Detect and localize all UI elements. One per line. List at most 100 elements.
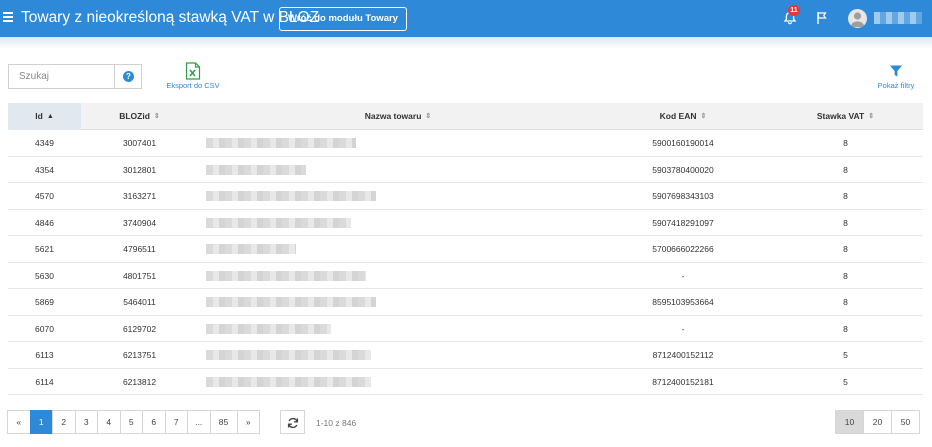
table-row[interactable]: 4354 3012801 5903780400020 8 xyxy=(8,157,923,183)
prev-page-button[interactable]: « xyxy=(7,410,31,434)
page-2-button[interactable]: 2 xyxy=(52,410,76,434)
table-row[interactable]: 6114 6213812 8712400152181 5 xyxy=(8,369,923,396)
cell-blozid: 3740904 xyxy=(122,217,157,228)
flag-icon[interactable] xyxy=(816,11,828,25)
page-1-button[interactable]: 1 xyxy=(29,410,53,434)
cell-ean: - xyxy=(681,270,685,281)
page-7-button[interactable]: 7 xyxy=(164,410,188,434)
search-input[interactable] xyxy=(8,64,114,89)
pagination-range: 1-10 z 846 xyxy=(316,418,357,428)
page-size-10-button[interactable]: 10 xyxy=(835,410,864,434)
cell-id: 5630 xyxy=(35,270,54,281)
table-row[interactable]: 6070 6129702 - 8 xyxy=(8,316,923,343)
page-size-50-button[interactable]: 50 xyxy=(891,410,920,434)
show-filters-button[interactable]: Pokaż filtry xyxy=(872,64,920,94)
cell-ean: 5907418291097 xyxy=(652,217,714,228)
cell-blozid: 5464011 xyxy=(123,297,156,307)
cell-ean: 8712400152181 xyxy=(652,376,714,387)
cell-vat: 5 xyxy=(843,350,848,360)
page-6-button[interactable]: 6 xyxy=(142,410,166,434)
column-header-ean[interactable]: Kod EAN ⇕ xyxy=(598,103,768,130)
cell-id: 5621 xyxy=(35,244,54,254)
table-row[interactable]: 5869 5464011 8595103953664 8 xyxy=(8,289,923,316)
back-to-products-button[interactable]: Wróć do modułu Towary xyxy=(279,7,407,31)
cell-id: 6070 xyxy=(35,323,54,334)
cell-vat: 8 xyxy=(843,164,848,175)
cell-product-name-redacted xyxy=(198,342,598,369)
user-name-redacted[interactable] xyxy=(874,12,922,24)
column-header-vat[interactable]: Stawka VAT ⇕ xyxy=(768,103,923,130)
redacted-text xyxy=(206,191,376,201)
cell-vat: 8 xyxy=(843,191,848,201)
export-csv-button[interactable]: Eksport do CSV xyxy=(164,62,222,94)
page-ellipsis: ... xyxy=(187,410,211,434)
redacted-text xyxy=(206,350,371,360)
cell-vat: 8 xyxy=(843,297,848,307)
cell-id: 4846 xyxy=(35,217,54,228)
table-row[interactable]: 5630 4801751 - 8 xyxy=(8,263,923,289)
products-table: Id ▲ BLOZid ⇕ Nazwa towaru ⇕ Kod EAN ⇕ Stawk… xyxy=(8,103,923,395)
column-label: Stawka VAT xyxy=(816,111,865,121)
cell-ean: - xyxy=(681,323,685,334)
page-size-20-button[interactable]: 20 xyxy=(863,410,892,434)
cell-product-name-redacted xyxy=(198,316,598,343)
cell-vat: 8 xyxy=(843,270,848,281)
column-header-name[interactable]: Nazwa towaru ⇕ xyxy=(198,103,598,130)
cell-id: 4349 xyxy=(35,138,54,148)
cell-blozid: 6213751 xyxy=(122,350,157,360)
cell-blozid: 4801751 xyxy=(122,270,157,281)
header-shadow xyxy=(0,37,932,49)
sort-icon: ⇕ xyxy=(700,113,707,120)
notification-badge: 11 xyxy=(788,5,800,16)
cell-blozid: 6213812 xyxy=(122,376,157,387)
page-3-button[interactable]: 3 xyxy=(74,410,98,434)
show-filters-label: Pokaż filtry xyxy=(877,81,915,90)
hamburger-menu-icon[interactable] xyxy=(3,12,13,22)
sort-icon: ⇕ xyxy=(153,113,160,120)
column-label: Id xyxy=(35,111,43,121)
search-help-button[interactable]: ? xyxy=(114,64,142,89)
sort-asc-icon: ▲ xyxy=(46,113,54,120)
cell-blozid: 4796511 xyxy=(123,244,156,254)
cell-blozid: 6129702 xyxy=(122,323,157,334)
refresh-icon xyxy=(287,417,299,429)
redacted-text xyxy=(206,270,366,281)
question-icon: ? xyxy=(123,71,134,82)
cell-product-name-redacted xyxy=(198,369,598,396)
top-bar: Towary z nieokreśloną stawką VAT w BLOZ … xyxy=(0,0,932,37)
redacted-text xyxy=(206,164,306,175)
next-page-button[interactable]: » xyxy=(236,410,260,434)
table-row[interactable]: 4349 3007401 5900160190014 8 xyxy=(8,130,923,157)
page-85-button[interactable]: 85 xyxy=(209,410,238,434)
table-header: Id ▲ BLOZid ⇕ Nazwa towaru ⇕ Kod EAN ⇕ Stawk… xyxy=(8,103,923,130)
column-header-id[interactable]: Id ▲ xyxy=(8,103,81,130)
cell-vat: 8 xyxy=(843,138,848,148)
redacted-text xyxy=(206,244,296,254)
column-header-blozid[interactable]: BLOZid ⇕ xyxy=(81,103,198,130)
cell-ean: 5907698343103 xyxy=(652,191,714,201)
cell-product-name-redacted xyxy=(198,183,598,210)
refresh-button[interactable] xyxy=(280,410,305,434)
redacted-text xyxy=(206,217,351,228)
cell-ean: 5903780400020 xyxy=(652,164,714,175)
column-label: BLOZid xyxy=(119,111,150,121)
cell-product-name-redacted xyxy=(198,130,598,157)
page-5-button[interactable]: 5 xyxy=(119,410,143,434)
user-icon xyxy=(850,12,865,27)
excel-file-icon xyxy=(185,62,201,80)
table-row[interactable]: 5621 4796511 5700666022266 8 xyxy=(8,236,923,263)
table-row[interactable]: 4846 3740904 5907418291097 8 xyxy=(8,210,923,237)
user-avatar[interactable] xyxy=(848,9,867,28)
sort-icon: ⇕ xyxy=(868,113,875,120)
cell-id: 5869 xyxy=(35,297,54,307)
funnel-icon xyxy=(890,65,902,77)
page-4-button[interactable]: 4 xyxy=(97,410,121,434)
table-row[interactable]: 4570 3163271 5907698343103 8 xyxy=(8,183,923,210)
cell-product-name-redacted xyxy=(198,210,598,237)
table-row[interactable]: 6113 6213751 8712400152112 5 xyxy=(8,342,923,369)
cell-vat: 8 xyxy=(843,244,848,254)
cell-id: 6113 xyxy=(35,350,54,360)
page-title: Towary z nieokreśloną stawką VAT w BLOZ xyxy=(21,9,320,26)
cell-ean: 8712400152112 xyxy=(652,350,714,360)
cell-product-name-redacted xyxy=(198,289,598,316)
